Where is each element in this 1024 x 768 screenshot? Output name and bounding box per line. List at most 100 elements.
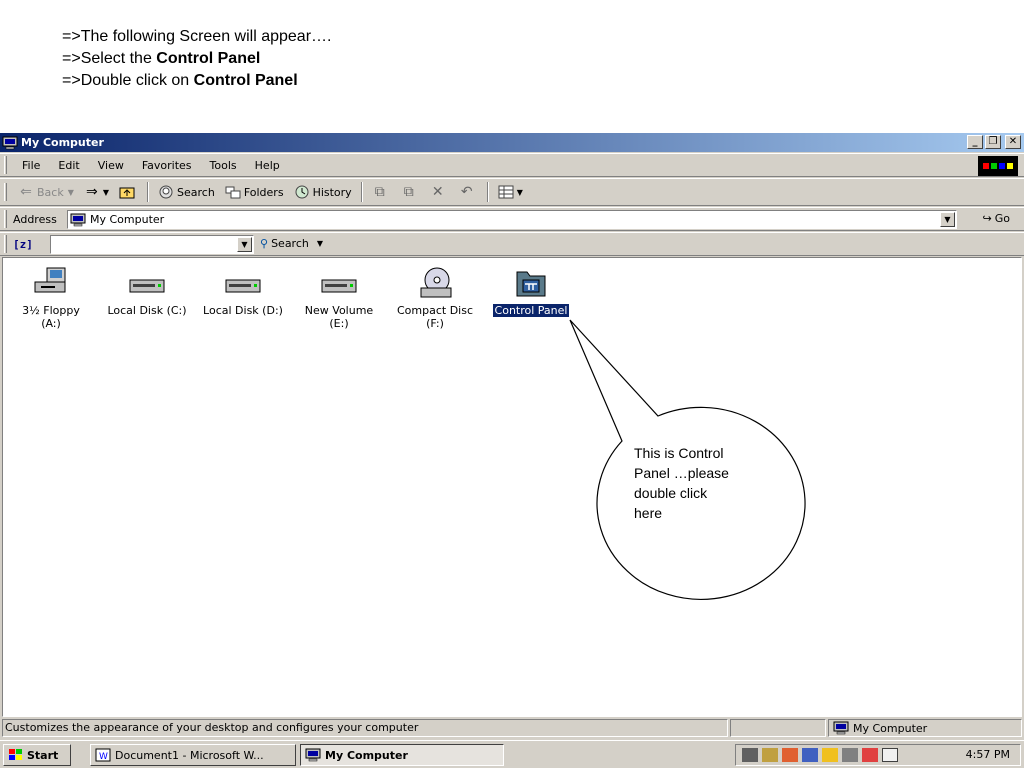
menubar-grip[interactable] (4, 156, 7, 174)
drive-floppy-a[interactable]: 3½ Floppy (A:) (5, 266, 97, 330)
instruction-line-1: =>The following Screen will appear…. (62, 28, 332, 45)
speaker-icon[interactable] (842, 748, 858, 762)
menu-favorites[interactable]: Favorites (133, 159, 201, 172)
window-controls: _ ❐ ✕ (967, 135, 1021, 149)
search-person-icon: ⚲ (260, 237, 269, 250)
control-panel-label: Control Panel (492, 304, 570, 317)
search-button[interactable]: Search (153, 184, 220, 200)
close-button[interactable]: ✕ (1005, 135, 1021, 149)
chevron-down-icon: ▼ (102, 187, 110, 197)
hard-disk-icon (223, 266, 263, 300)
envelope-icon[interactable] (882, 748, 898, 762)
back-button[interactable]: ⇐ Back ▼ (13, 184, 79, 200)
callout-text: This is Control Panel …please double cli… (634, 445, 729, 521)
menu-bar: File Edit View Favorites Tools Help (0, 153, 1024, 177)
delete-icon: ✕ (431, 184, 444, 200)
address-dropdown-button[interactable]: ▼ (940, 212, 955, 227)
control-panel-item[interactable]: Control Panel (485, 266, 577, 317)
standard-toolbar: ⇐ Back ▼ ⇒ ▼ Search Folders History ⧉ ⧉ … (0, 178, 1024, 206)
instruction-text: =>The following Screen will appear…. =>S… (62, 26, 331, 92)
taskbar-document1[interactable]: W Document1 - Microsoft W... (90, 744, 296, 766)
window-title: My Computer (21, 136, 104, 149)
toolbar-grip[interactable] (4, 183, 7, 201)
go-arrow-icon: ↪ (982, 212, 992, 225)
chevron-down-icon: ▼ (516, 187, 523, 197)
drive-new-volume-e[interactable]: New Volume (E:) (293, 266, 385, 330)
move-to-icon: ⧉ (374, 184, 385, 200)
drive-compact-disc-f[interactable]: Compact Disc (F:) (389, 266, 481, 330)
sun-icon[interactable] (822, 748, 838, 762)
drive-local-c[interactable]: Local Disk (C:) (101, 266, 193, 317)
history-icon (294, 184, 310, 200)
z-button[interactable]: [z] (13, 238, 33, 251)
status-empty-pane (730, 719, 826, 737)
forward-arrow-icon: ⇒ (86, 184, 98, 200)
address-bar: Address My Computer ▼ ↪ Go (0, 207, 1024, 231)
menu-help[interactable]: Help (246, 159, 289, 172)
status-bar: Customizes the appearance of your deskto… (0, 718, 1024, 740)
search-dropdown-button[interactable]: ▼ (237, 237, 252, 252)
taskbar-my-computer[interactable]: My Computer (300, 744, 504, 766)
my-computer-icon (833, 721, 849, 735)
address-input[interactable]: My Computer ▼ (67, 210, 957, 229)
window-titlebar[interactable]: My Computer _ ❐ ✕ (0, 133, 1024, 152)
windows-logo-icon (978, 156, 1018, 176)
tray-app-icon[interactable] (862, 748, 878, 762)
undo-button[interactable]: ↶ (454, 184, 483, 200)
svg-text:W: W (99, 752, 108, 762)
instruction-line-3: =>Double click on Control Panel (62, 72, 298, 89)
back-arrow-icon: ⇐ (20, 184, 32, 200)
history-button[interactable]: History (289, 184, 357, 200)
control-panel-icon (511, 266, 551, 300)
search-input[interactable]: ▼ (50, 235, 254, 254)
file-view: 3½ Floppy (A:) Local Disk (C:) Local Dis… (2, 257, 1022, 717)
menu-tools[interactable]: Tools (201, 159, 246, 172)
restore-button[interactable]: ❐ (985, 135, 1001, 149)
cd-drive-icon (415, 266, 455, 300)
my-computer-window: My Computer _ ❐ ✕ File Edit View Favorit… (0, 133, 1024, 768)
status-zone: My Computer (828, 719, 1022, 737)
status-message: Customizes the appearance of your deskto… (2, 719, 728, 737)
drive-local-d[interactable]: Local Disk (D:) (197, 266, 289, 317)
addressbar-grip[interactable] (4, 210, 7, 228)
searchbar-grip[interactable] (4, 235, 7, 253)
my-computer-icon (2, 136, 18, 149)
forward-button[interactable]: ⇒ ▼ (79, 184, 114, 200)
hard-disk-icon (319, 266, 359, 300)
start-button[interactable]: Start (3, 744, 71, 766)
up-folder-icon (119, 184, 135, 200)
delete-button[interactable]: ✕ (425, 184, 454, 200)
minimize-button[interactable]: _ (967, 135, 983, 149)
address-value: My Computer (90, 213, 165, 226)
network-icon[interactable] (742, 748, 758, 762)
go-button[interactable]: ↪ Go (983, 212, 1010, 225)
toolbar-separator (147, 182, 150, 202)
my-computer-icon (305, 748, 321, 762)
move-to-button[interactable]: ⧉ (367, 184, 396, 200)
chevron-down-icon: ▼ (67, 187, 74, 197)
folders-icon (225, 184, 241, 200)
undo-icon: ↶ (460, 184, 473, 200)
system-tray: 4:57 PM (735, 744, 1021, 766)
menu-file[interactable]: File (13, 159, 49, 172)
address-label: Address (13, 212, 57, 226)
tray-app-icon[interactable] (802, 748, 818, 762)
clock: 4:57 PM (965, 748, 1010, 761)
copy-to-button[interactable]: ⧉ (396, 184, 425, 200)
my-computer-icon (70, 213, 86, 226)
search-bar: [z] ▼ ⚲ Search ▼ (0, 232, 1024, 256)
toolbar-separator (486, 182, 489, 202)
chevron-down-icon: ▼ (316, 239, 324, 248)
views-icon (498, 184, 514, 200)
folders-button[interactable]: Folders (220, 184, 289, 200)
menu-view[interactable]: View (89, 159, 133, 172)
windows-logo-icon (8, 748, 24, 762)
toolbar-separator (360, 182, 363, 202)
up-folder-button[interactable] (114, 184, 143, 200)
menu-edit[interactable]: Edit (49, 159, 88, 172)
taskbar: Start W Document1 - Microsoft W... My Co… (0, 740, 1024, 768)
pencil-icon[interactable] (762, 748, 778, 762)
tray-app-icon[interactable] (782, 748, 798, 762)
search-bar-button[interactable]: ⚲ Search ▼ (260, 237, 323, 250)
views-button[interactable]: ▼ (493, 184, 528, 200)
